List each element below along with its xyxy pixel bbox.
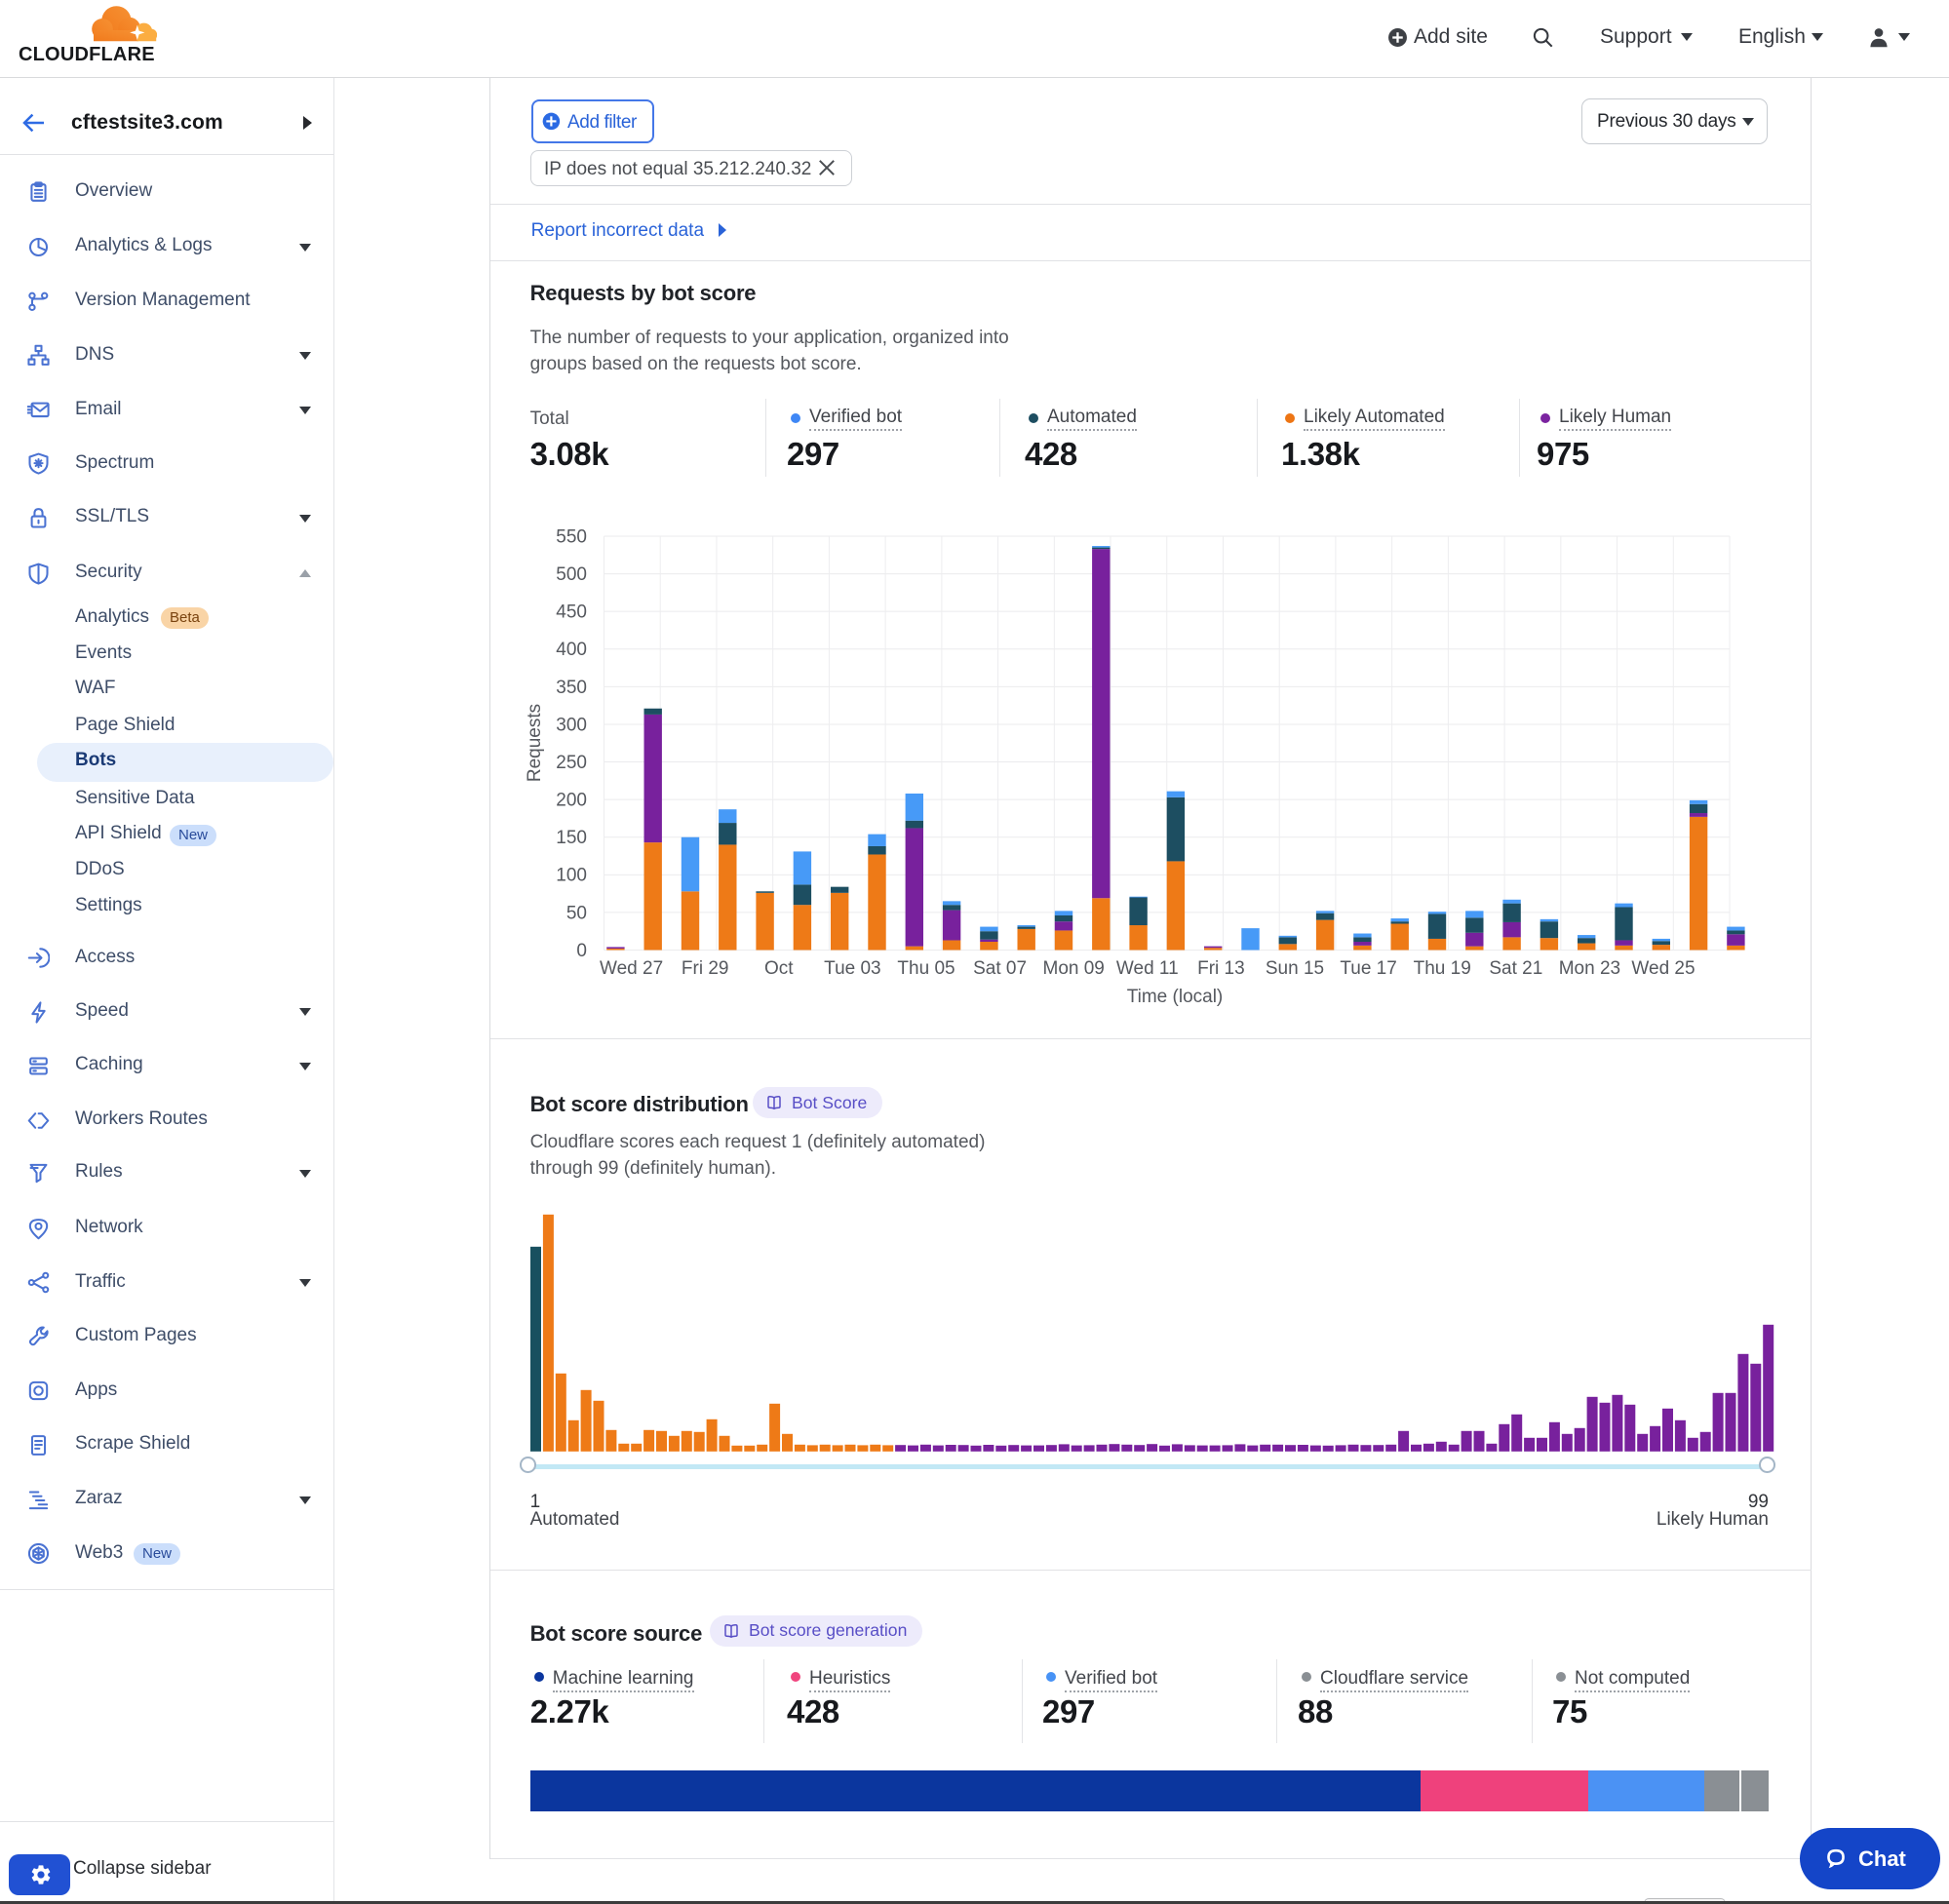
svg-text:100: 100 <box>556 866 587 886</box>
svg-text:50: 50 <box>566 903 587 923</box>
svg-text:Fri 13: Fri 13 <box>1197 958 1245 979</box>
svg-text:Wed 25: Wed 25 <box>1631 958 1695 979</box>
svg-text:Time (local): Time (local) <box>1127 987 1224 1007</box>
svg-text:400: 400 <box>556 640 587 660</box>
svg-text:Sat 21: Sat 21 <box>1489 958 1542 979</box>
svg-text:Thu 19: Thu 19 <box>1414 958 1471 979</box>
svg-text:Requests: Requests <box>525 704 545 782</box>
svg-text:Sun 15: Sun 15 <box>1266 958 1324 979</box>
svg-text:Sat 07: Sat 07 <box>973 958 1027 979</box>
svg-text:200: 200 <box>556 791 587 811</box>
svg-text:0: 0 <box>576 941 587 961</box>
svg-text:150: 150 <box>556 828 587 848</box>
svg-text:Tue 17: Tue 17 <box>1340 958 1396 979</box>
svg-text:Oct: Oct <box>764 958 794 979</box>
svg-text:Mon 23: Mon 23 <box>1559 958 1620 979</box>
svg-text:Tue 03: Tue 03 <box>824 958 880 979</box>
svg-text:Wed 27: Wed 27 <box>600 958 663 979</box>
svg-text:550: 550 <box>556 526 587 547</box>
svg-text:Fri 29: Fri 29 <box>682 958 729 979</box>
svg-text:Wed 11: Wed 11 <box>1116 958 1179 979</box>
svg-text:Mon 09: Mon 09 <box>1043 958 1105 979</box>
svg-text:450: 450 <box>556 602 587 623</box>
svg-text:250: 250 <box>556 753 587 773</box>
svg-text:350: 350 <box>556 678 587 698</box>
svg-text:Thu 05: Thu 05 <box>897 958 955 979</box>
svg-text:500: 500 <box>556 564 587 585</box>
svg-text:300: 300 <box>556 715 587 735</box>
